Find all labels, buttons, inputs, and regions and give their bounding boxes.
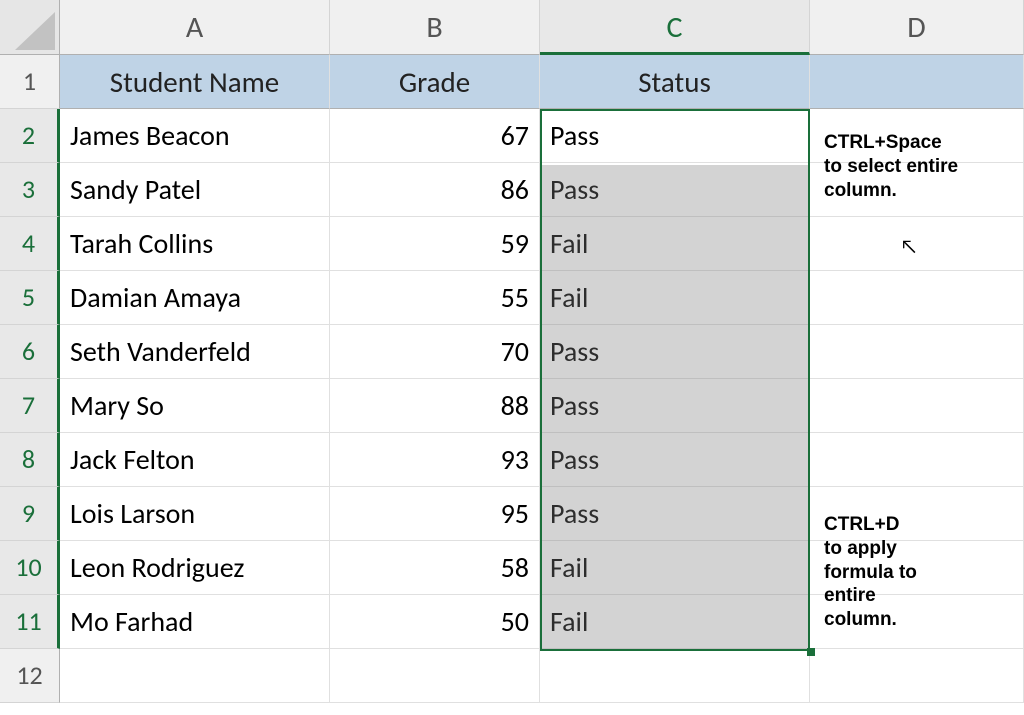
cell-C9[interactable]: Pass	[540, 487, 810, 541]
cell-C10[interactable]: Fail	[540, 541, 810, 595]
cell-B8[interactable]: 93	[330, 433, 540, 487]
column-header-C[interactable]: C	[540, 0, 810, 55]
cell-B1[interactable]: Grade	[330, 55, 540, 109]
cell-A8[interactable]: Jack Felton	[60, 433, 330, 487]
cell-B3[interactable]: 86	[330, 163, 540, 217]
cell-A11[interactable]: Mo Farhad	[60, 595, 330, 649]
table-row: Mary So88Pass	[60, 379, 1024, 433]
column-header-D[interactable]: D	[810, 0, 1024, 55]
select-all-corner[interactable]	[0, 0, 60, 55]
row-header-8[interactable]: 8	[0, 433, 60, 487]
cell-A4[interactable]: Tarah Collins	[60, 217, 330, 271]
cell-B7[interactable]: 88	[330, 379, 540, 433]
row-header-1[interactable]: 1	[0, 55, 60, 109]
cell-D5[interactable]	[810, 271, 1024, 325]
cell-D4[interactable]	[810, 217, 1024, 271]
cell-B9[interactable]: 95	[330, 487, 540, 541]
cell-B12[interactable]	[330, 649, 540, 703]
cell-B11[interactable]: 50	[330, 595, 540, 649]
cell-A7[interactable]: Mary So	[60, 379, 330, 433]
annotation-ctrl-d: CTRL+Dto applyformula toentirecolumn.	[824, 513, 1014, 632]
row-header-5[interactable]: 5	[0, 271, 60, 325]
cell-B2[interactable]: 67	[330, 109, 540, 163]
row-header-2[interactable]: 2	[0, 109, 60, 163]
row-header-11[interactable]: 11	[0, 595, 60, 649]
row-header-6[interactable]: 6	[0, 325, 60, 379]
cell-A5[interactable]: Damian Amaya	[60, 271, 330, 325]
cell-A6[interactable]: Seth Vanderfeld	[60, 325, 330, 379]
cell-C8[interactable]: Pass	[540, 433, 810, 487]
row-header-10[interactable]: 10	[0, 541, 60, 595]
row-headers: 123456789101112	[0, 55, 60, 703]
cell-A9[interactable]: Lois Larson	[60, 487, 330, 541]
cell-C12[interactable]	[540, 649, 810, 703]
cell-C5[interactable]: Fail	[540, 271, 810, 325]
cell-D1[interactable]	[810, 55, 1024, 109]
cell-C7[interactable]: Pass	[540, 379, 810, 433]
cell-D8[interactable]	[810, 433, 1024, 487]
row-header-3[interactable]: 3	[0, 163, 60, 217]
cell-D6[interactable]	[810, 325, 1024, 379]
cell-C6[interactable]: Pass	[540, 325, 810, 379]
cell-B6[interactable]: 70	[330, 325, 540, 379]
table-row	[60, 649, 1024, 703]
cell-C2[interactable]: Pass	[540, 109, 810, 163]
column-headers: A B C D	[60, 0, 1024, 55]
cell-B5[interactable]: 55	[330, 271, 540, 325]
cell-A10[interactable]: Leon Rodriguez	[60, 541, 330, 595]
cell-C1[interactable]: Status	[540, 55, 810, 109]
row-header-9[interactable]: 9	[0, 487, 60, 541]
cell-A12[interactable]	[60, 649, 330, 703]
cell-C3[interactable]: Pass	[540, 163, 810, 217]
cell-C4[interactable]: Fail	[540, 217, 810, 271]
cell-A2[interactable]: James Beacon	[60, 109, 330, 163]
row-header-7[interactable]: 7	[0, 379, 60, 433]
row-header-12[interactable]: 12	[0, 649, 60, 703]
header-row: Student NameGradeStatus	[60, 55, 1024, 109]
cell-C11[interactable]: Fail	[540, 595, 810, 649]
table-row: Seth Vanderfeld70Pass	[60, 325, 1024, 379]
column-header-A[interactable]: A	[60, 0, 330, 55]
cell-D7[interactable]	[810, 379, 1024, 433]
cell-B10[interactable]: 58	[330, 541, 540, 595]
column-header-B[interactable]: B	[330, 0, 540, 55]
cell-B4[interactable]: 59	[330, 217, 540, 271]
cell-A1[interactable]: Student Name	[60, 55, 330, 109]
cell-D12[interactable]	[810, 649, 1024, 703]
cell-A3[interactable]: Sandy Patel	[60, 163, 330, 217]
row-header-4[interactable]: 4	[0, 217, 60, 271]
annotation-ctrl-space: CTRL+Spaceto select entirecolumn.	[824, 131, 1014, 202]
table-row: Jack Felton93Pass	[60, 433, 1024, 487]
table-row: Tarah Collins59Fail	[60, 217, 1024, 271]
table-row: Damian Amaya55Fail	[60, 271, 1024, 325]
